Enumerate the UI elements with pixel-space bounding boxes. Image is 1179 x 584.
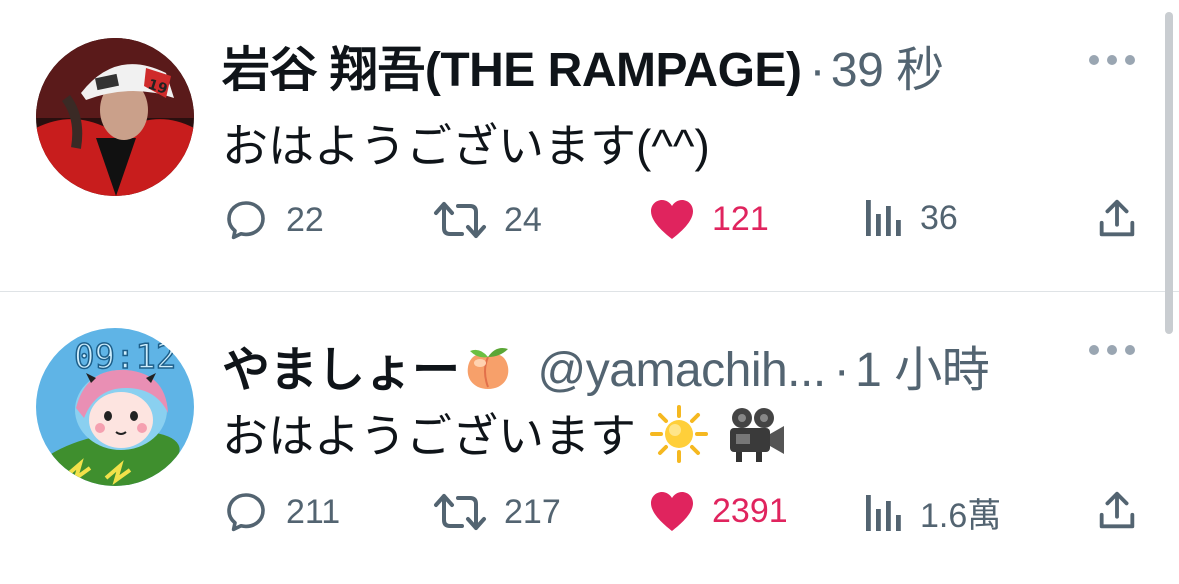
reply-icon: [227, 201, 265, 240]
reply-count: 211: [286, 492, 341, 531]
retweet-count: 217: [504, 492, 561, 531]
handle[interactable]: @yamachih...: [538, 344, 827, 397]
peach-icon: [460, 339, 516, 407]
views-button[interactable]: 1.6萬: [864, 488, 1001, 537]
reply-button[interactable]: 22: [222, 196, 324, 244]
views-icon: [866, 494, 901, 531]
views-icon: [866, 200, 901, 236]
movie-camera-icon: [722, 404, 788, 475]
views-count: 36: [920, 198, 958, 237]
views-button[interactable]: 36: [864, 196, 958, 240]
timestamp[interactable]: 39 秒: [831, 44, 944, 97]
share-button[interactable]: [1094, 196, 1140, 242]
like-count: 121: [712, 199, 769, 238]
heart-icon: [651, 200, 693, 239]
timestamp[interactable]: 1 小時: [855, 344, 990, 397]
share-button[interactable]: [1094, 488, 1140, 534]
views-count: 1.6萬: [920, 497, 1002, 535]
reply-count: 22: [286, 200, 324, 239]
heart-icon: [651, 492, 693, 531]
avatar-illustration: 09:12: [36, 328, 194, 486]
retweet-icon: [434, 494, 486, 530]
tweet-text: おはようございます: [222, 410, 636, 462]
scrollbar[interactable]: [1165, 12, 1173, 334]
share-icon: [1099, 491, 1135, 529]
tweet-text-row: おはようございます: [222, 400, 788, 475]
reply-icon: [227, 493, 265, 532]
more-options-icon[interactable]: [1089, 55, 1135, 67]
display-name-text[interactable]: 岩谷 翔吾(THE RAMPAGE): [222, 44, 802, 97]
display-name[interactable]: やましょー @yamachih... · 1 小時: [222, 330, 990, 407]
avatar-photo: 19: [36, 38, 194, 196]
share-icon: [1099, 199, 1135, 237]
display-name-text[interactable]: やましょー: [222, 344, 460, 397]
like-count: 2391: [712, 491, 788, 530]
retweet-count: 24: [504, 200, 542, 239]
like-button[interactable]: 121: [648, 196, 769, 242]
tweet[interactable]: 19 岩谷 翔吾(THE RAMPAGE) · 39 秒 おはようございます(^^)…: [0, 0, 1179, 291]
display-name[interactable]: 岩谷 翔吾(THE RAMPAGE) · 39 秒: [222, 30, 944, 100]
separator-dot: ·: [809, 44, 825, 97]
tweet-actions: 22 24 121 36: [0, 196, 1179, 256]
separator-dot: ·: [833, 344, 850, 397]
retweet-icon: [434, 202, 486, 238]
avatar[interactable]: 19: [36, 38, 194, 196]
tweet-text: おはようございます(^^): [222, 120, 710, 172]
retweet-button[interactable]: 217: [432, 488, 561, 536]
sun-icon: [649, 404, 709, 475]
like-button[interactable]: 2391: [648, 488, 788, 534]
tweet-actions: 211 217 2391 1.6萬: [0, 488, 1179, 548]
reply-button[interactable]: 211: [222, 488, 340, 536]
avatar[interactable]: 09:12: [36, 328, 194, 486]
more-options-icon[interactable]: [1089, 345, 1135, 357]
retweet-button[interactable]: 24: [432, 196, 542, 244]
tweet[interactable]: 09:12 やましょー @yamachih... · 1 小時 おはようございます 2…: [0, 292, 1179, 584]
